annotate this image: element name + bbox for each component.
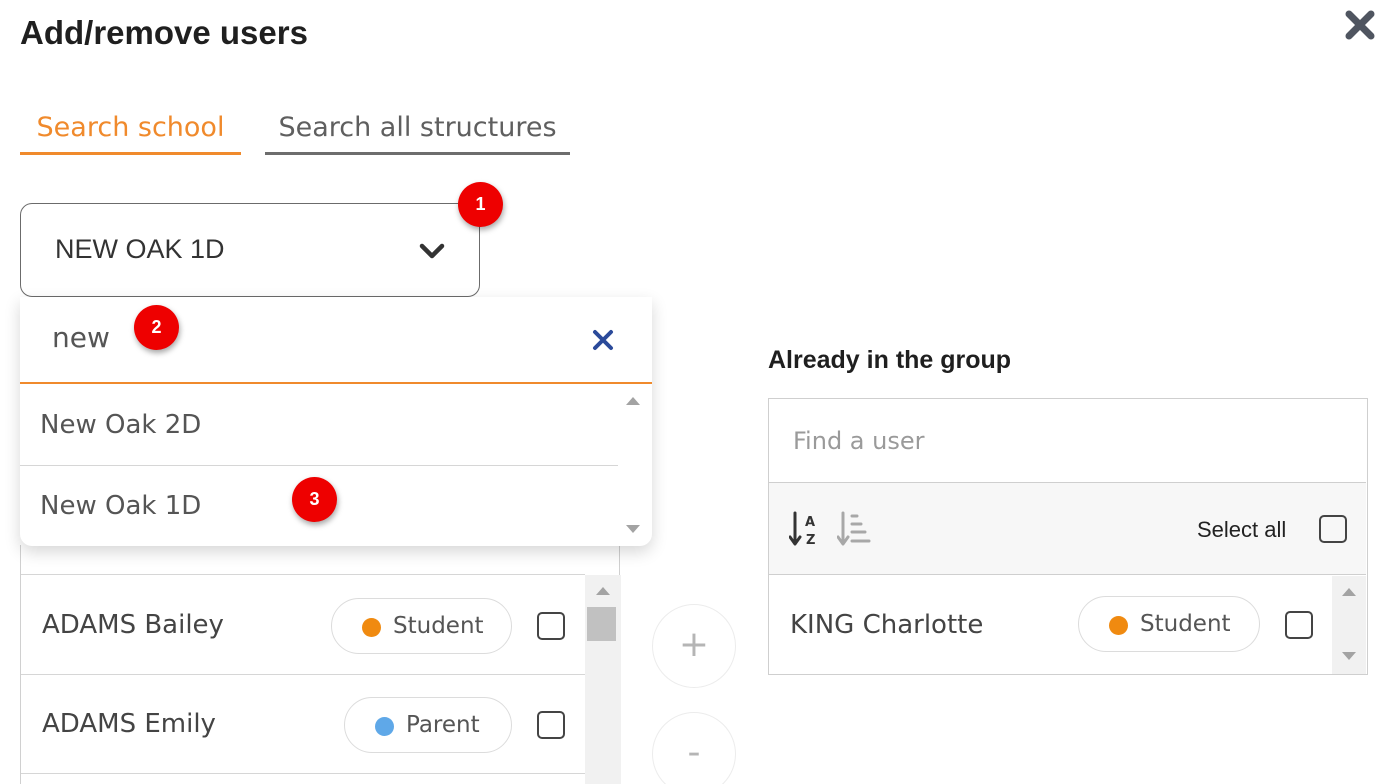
- school-dropdown: new New Oak 2D New Oak 1D: [20, 297, 652, 546]
- scroll-down-arrow[interactable]: [1342, 652, 1356, 660]
- scroll-up-arrow[interactable]: [1342, 588, 1356, 596]
- users-list: ADAMS Bailey Student ADAMS Emily Parent: [20, 545, 621, 784]
- option-label: New Oak 2D: [40, 410, 202, 440]
- group-list-scrollbar[interactable]: [1332, 576, 1366, 674]
- svg-text:A: A: [805, 515, 815, 530]
- user-row[interactable]: ADAMS Emily Parent: [21, 675, 585, 774]
- step-badge-1: 1: [458, 182, 503, 227]
- role-label: Student: [393, 613, 484, 639]
- group-panel: A Z Select all KING Charlotte Student: [768, 398, 1368, 675]
- user-checkbox[interactable]: [537, 711, 565, 739]
- role-label: Student: [1140, 611, 1231, 637]
- chevron-down-icon: [419, 243, 445, 259]
- scroll-down-arrow[interactable]: [626, 525, 640, 533]
- dropdown-option-new-oak-2d[interactable]: New Oak 2D: [20, 386, 618, 466]
- user-checkbox[interactable]: [537, 612, 565, 640]
- step-badge-2: 2: [134, 305, 179, 350]
- tab-search-school[interactable]: Search school: [20, 110, 241, 155]
- role-label: Parent: [406, 712, 480, 738]
- find-user-field[interactable]: [769, 399, 1366, 483]
- sort-bar: A Z Select all: [769, 483, 1366, 575]
- dropdown-scrollbar[interactable]: [618, 385, 652, 545]
- role-pill: Student: [1078, 596, 1260, 652]
- sort-list-icon[interactable]: [837, 511, 871, 547]
- group-heading: Already in the group: [768, 346, 1012, 374]
- users-list-header: [21, 545, 585, 575]
- school-select-value: NEW OAK 1D: [55, 234, 225, 264]
- step-badge-3: 3: [292, 477, 337, 522]
- user-name: KING Charlotte: [790, 610, 984, 640]
- group-member-row[interactable]: KING Charlotte Student: [769, 576, 1332, 674]
- user-name: ADAMS Bailey: [42, 610, 224, 640]
- user-name: ADAMS Emily: [42, 709, 216, 739]
- scroll-thumb[interactable]: [587, 607, 616, 641]
- user-row[interactable]: ADAMS Bailey Student: [21, 576, 585, 675]
- school-select[interactable]: NEW OAK 1D: [20, 203, 480, 297]
- close-icon[interactable]: [592, 329, 614, 351]
- dialog-title: Add/remove users: [20, 14, 308, 51]
- school-search-input[interactable]: new: [52, 321, 110, 354]
- close-icon: [1345, 10, 1375, 40]
- users-list-scrollbar[interactable]: [585, 575, 621, 784]
- find-user-input[interactable]: [793, 421, 1333, 461]
- scroll-up-arrow[interactable]: [596, 587, 610, 595]
- role-dot: [1109, 616, 1128, 635]
- role-dot: [362, 618, 381, 637]
- option-label: New Oak 1D: [40, 491, 202, 521]
- select-all-label: Select all: [1197, 517, 1287, 542]
- close-button[interactable]: [1343, 8, 1377, 42]
- tab-search-all-structures[interactable]: Search all structures: [265, 110, 570, 155]
- school-search[interactable]: new: [20, 297, 652, 384]
- select-all-checkbox[interactable]: [1319, 515, 1347, 543]
- svg-text:Z: Z: [806, 533, 815, 547]
- add-user-button[interactable]: +: [652, 604, 736, 688]
- role-dot: [375, 717, 394, 736]
- remove-user-button[interactable]: -: [652, 712, 736, 784]
- sort-alphabetical-icon[interactable]: A Z: [789, 511, 823, 547]
- scroll-up-arrow[interactable]: [626, 397, 640, 405]
- role-pill: Student: [331, 598, 512, 654]
- user-checkbox[interactable]: [1285, 611, 1313, 639]
- role-pill: Parent: [344, 697, 512, 753]
